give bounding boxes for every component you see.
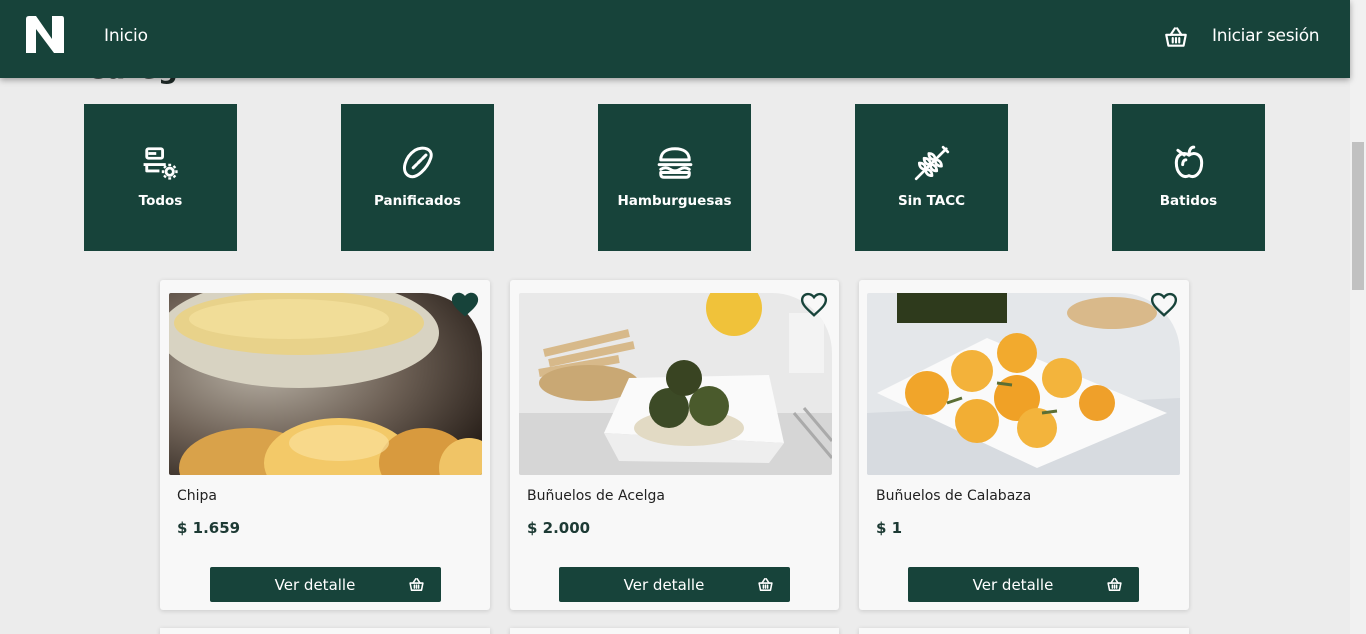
product-card-bunuelos-calabaza[interactable]: Buñuelos de Calabaza $ 1 Ver detalle (859, 280, 1189, 610)
category-batidos[interactable]: Batidos (1112, 104, 1265, 251)
category-todos[interactable]: Todos (84, 104, 237, 251)
product-name: Buñuelos de Acelga (527, 488, 665, 504)
view-detail-button[interactable]: Ver detalle (210, 567, 441, 602)
product-name: Chipa (177, 488, 218, 504)
view-detail-label: Ver detalle (623, 576, 705, 594)
page-scrollbar[interactable] (1350, 0, 1366, 634)
brand-logo-icon[interactable] (24, 15, 65, 54)
category-label: Sin TACC (897, 193, 966, 209)
category-panificados[interactable]: Panificados (341, 104, 494, 251)
product-price: $ 2.000 (527, 519, 591, 537)
product-image[interactable] (867, 293, 1180, 475)
category-sin-tacc[interactable]: Sin TACC (855, 104, 1008, 251)
product-card-next-row (510, 628, 839, 634)
favorite-heart-outline-icon[interactable] (1149, 290, 1179, 318)
shopping-basket-icon (1107, 578, 1122, 591)
bread-icon (403, 146, 433, 179)
product-image[interactable] (169, 293, 482, 475)
favorite-heart-icon[interactable] (450, 290, 480, 318)
favorite-heart-outline-icon[interactable] (799, 290, 829, 318)
product-card-chipa[interactable]: Chipa $ 1.659 Ver detalle (160, 280, 490, 610)
category-hamburguesas[interactable]: Hamburguesas (598, 104, 751, 251)
nav-link-home[interactable]: Inicio (104, 26, 148, 46)
top-navbar: Inicio Iniciar sesión (0, 0, 1350, 78)
category-label: Todos (138, 193, 183, 209)
category-label: Panificados (374, 193, 461, 209)
apple-icon (1174, 145, 1204, 178)
product-card-next-row (160, 628, 490, 634)
scrollbar-thumb[interactable] (1352, 142, 1364, 290)
category-label: Hamburguesas (617, 193, 732, 209)
view-detail-button[interactable]: Ver detalle (908, 567, 1139, 602)
product-price: $ 1 (876, 519, 903, 537)
category-label: Batidos (1159, 193, 1218, 209)
view-detail-label: Ver detalle (972, 576, 1054, 594)
product-card-next-row (859, 628, 1189, 634)
shopping-basket-icon[interactable] (1163, 24, 1189, 50)
shopping-basket-icon (409, 578, 424, 591)
login-link[interactable]: Iniciar sesión (1212, 26, 1320, 46)
view-detail-button[interactable]: Ver detalle (559, 567, 790, 602)
product-image[interactable] (519, 293, 832, 475)
wheat-icon (914, 145, 950, 181)
all-items-icon (143, 147, 178, 180)
product-card-bunuelos-acelga[interactable]: Buñuelos de Acelga $ 2.000 Ver detalle (510, 280, 839, 610)
product-price: $ 1.659 (177, 519, 241, 537)
view-detail-label: Ver detalle (274, 576, 356, 594)
product-name: Buñuelos de Calabaza (876, 488, 1032, 504)
shopping-basket-icon (758, 578, 773, 591)
burger-icon (657, 147, 693, 179)
